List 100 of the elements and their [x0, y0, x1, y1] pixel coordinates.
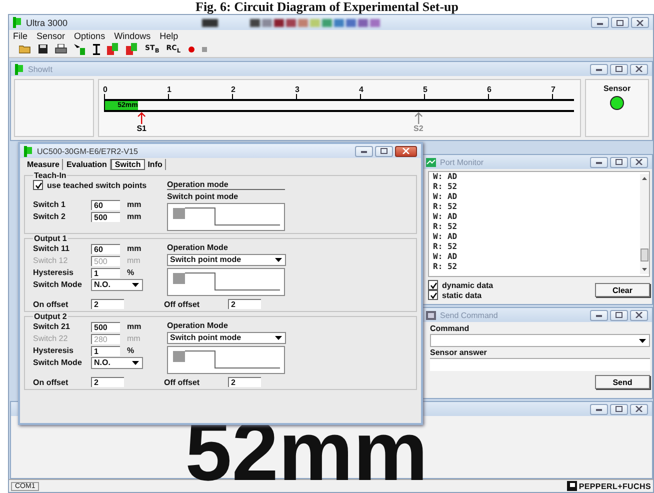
log-line: R: 52 — [433, 222, 458, 232]
maximize-button[interactable] — [375, 146, 393, 156]
minimize-button[interactable] — [590, 64, 608, 74]
record-icon[interactable] — [188, 46, 195, 52]
checkbox-label: dynamic data — [442, 280, 494, 290]
command-icon — [426, 310, 436, 320]
window-title: ShowIt — [28, 64, 52, 74]
save-icon[interactable] — [38, 44, 48, 54]
clear-button[interactable]: Clear — [595, 283, 650, 297]
maximize-button[interactable] — [611, 17, 629, 28]
up-arrow-icon — [137, 112, 146, 124]
tab[interactable]: Info — [144, 159, 166, 170]
dropdown[interactable]: N.O. — [91, 278, 143, 290]
log-line: W: AD — [433, 232, 458, 242]
close-button[interactable] — [631, 17, 649, 28]
dropdown[interactable]: N.O. — [91, 356, 143, 368]
menu-item[interactable]: File — [13, 30, 28, 40]
text-cursor-icon[interactable] — [93, 44, 100, 54]
input-field[interactable]: 2 — [91, 377, 124, 387]
log-line: W: AD — [433, 252, 458, 262]
tab[interactable]: Measure — [24, 159, 64, 170]
scrollbar[interactable] — [640, 172, 649, 276]
close-button[interactable] — [630, 310, 648, 320]
minimize-button[interactable] — [590, 156, 608, 168]
field-label: On offset — [33, 378, 70, 386]
sensor-label: Sensor — [603, 84, 631, 93]
close-button[interactable] — [630, 404, 648, 414]
maximize-button[interactable] — [610, 64, 628, 74]
unit-label: mm — [127, 200, 142, 209]
maximize-icon — [380, 148, 388, 154]
tick-label: 4 — [359, 85, 364, 94]
menu-item[interactable]: Windows — [114, 30, 151, 40]
log-line: R: 52 — [433, 262, 458, 272]
log-line: R: 52 — [433, 242, 458, 252]
field-label: Switch 11 — [33, 244, 70, 253]
input-field[interactable]: 1 — [91, 268, 120, 278]
unit-label: % — [127, 268, 134, 277]
group-title: Output 1 — [33, 234, 68, 243]
teach-icon[interactable] — [107, 43, 119, 55]
mode-label: Operation mode — [167, 180, 285, 190]
unit-label: mm — [127, 244, 142, 253]
monitor-icon — [426, 158, 436, 166]
tick-label: 2 — [231, 85, 236, 94]
switch-marker-label: S1 — [136, 124, 146, 133]
tick-label: 5 — [423, 85, 428, 94]
window-title: Ultra 3000 — [26, 18, 68, 28]
maximize-button[interactable] — [610, 310, 628, 320]
log-line: W: AD — [433, 172, 458, 182]
figure-caption: Fig. 6: Circuit Diagram of Experimental Set-up — [194, 0, 460, 14]
pointer-icon[interactable] — [74, 44, 86, 54]
maximize-button[interactable] — [610, 156, 628, 168]
app-icon — [24, 146, 33, 156]
caret-icon — [132, 360, 139, 364]
app-icon — [15, 64, 24, 74]
close-icon — [635, 406, 643, 412]
send-button[interactable]: Send — [595, 375, 650, 389]
tick-label: 3 — [295, 85, 300, 94]
input-field[interactable]: 500 — [91, 322, 120, 332]
close-button[interactable] — [630, 156, 648, 168]
checkbox-label: static data — [442, 290, 482, 300]
input-field[interactable]: 2 — [91, 299, 124, 309]
field-label: On offset — [33, 300, 70, 308]
menu-item[interactable]: Options — [74, 30, 106, 40]
window-title: Send Command — [440, 310, 498, 320]
unit-label: mm — [127, 212, 142, 221]
menu-item[interactable]: Sensor — [36, 30, 66, 40]
input-field[interactable]: 500 — [91, 212, 120, 222]
tab[interactable]: Switch — [110, 159, 145, 170]
teach-icon[interactable] — [126, 43, 138, 55]
field-label: Switch 12 — [33, 256, 69, 265]
log-line: W: AD — [433, 192, 458, 202]
print-icon[interactable] — [55, 44, 67, 54]
maximize-button[interactable] — [610, 404, 628, 414]
minimize-button[interactable] — [590, 310, 608, 320]
dropdown[interactable]: Switch point mode — [167, 254, 286, 266]
input-field[interactable]: 2 — [228, 377, 261, 387]
input-field[interactable]: 1 — [91, 346, 120, 356]
field-label: Switch 21 — [33, 322, 71, 331]
field-label: Switch 2 — [33, 212, 66, 221]
folder-icon[interactable] — [19, 44, 31, 54]
checkbox[interactable] — [428, 280, 438, 290]
close-button[interactable] — [630, 64, 648, 74]
dropdown[interactable]: Switch point mode — [167, 332, 286, 344]
minimize-icon — [595, 159, 603, 165]
checkbox[interactable] — [428, 290, 438, 300]
minimize-button[interactable] — [355, 146, 373, 156]
close-icon — [635, 312, 643, 318]
input-field[interactable]: 60 — [91, 244, 120, 254]
input-field[interactable]: 2 — [228, 299, 261, 309]
checkbox[interactable] — [33, 180, 43, 190]
maximize-icon — [615, 66, 623, 72]
minimize-icon — [360, 148, 368, 154]
menu-item[interactable]: Help — [160, 30, 178, 40]
minimize-button[interactable] — [591, 17, 609, 28]
log-line: W: AD — [433, 212, 458, 222]
input-field[interactable]: 60 — [91, 200, 120, 210]
switch-marker-label: S2 — [414, 124, 424, 133]
close-button[interactable] — [395, 146, 417, 156]
mode-label: Operation Mode — [167, 321, 229, 330]
minimize-button[interactable] — [590, 404, 608, 414]
